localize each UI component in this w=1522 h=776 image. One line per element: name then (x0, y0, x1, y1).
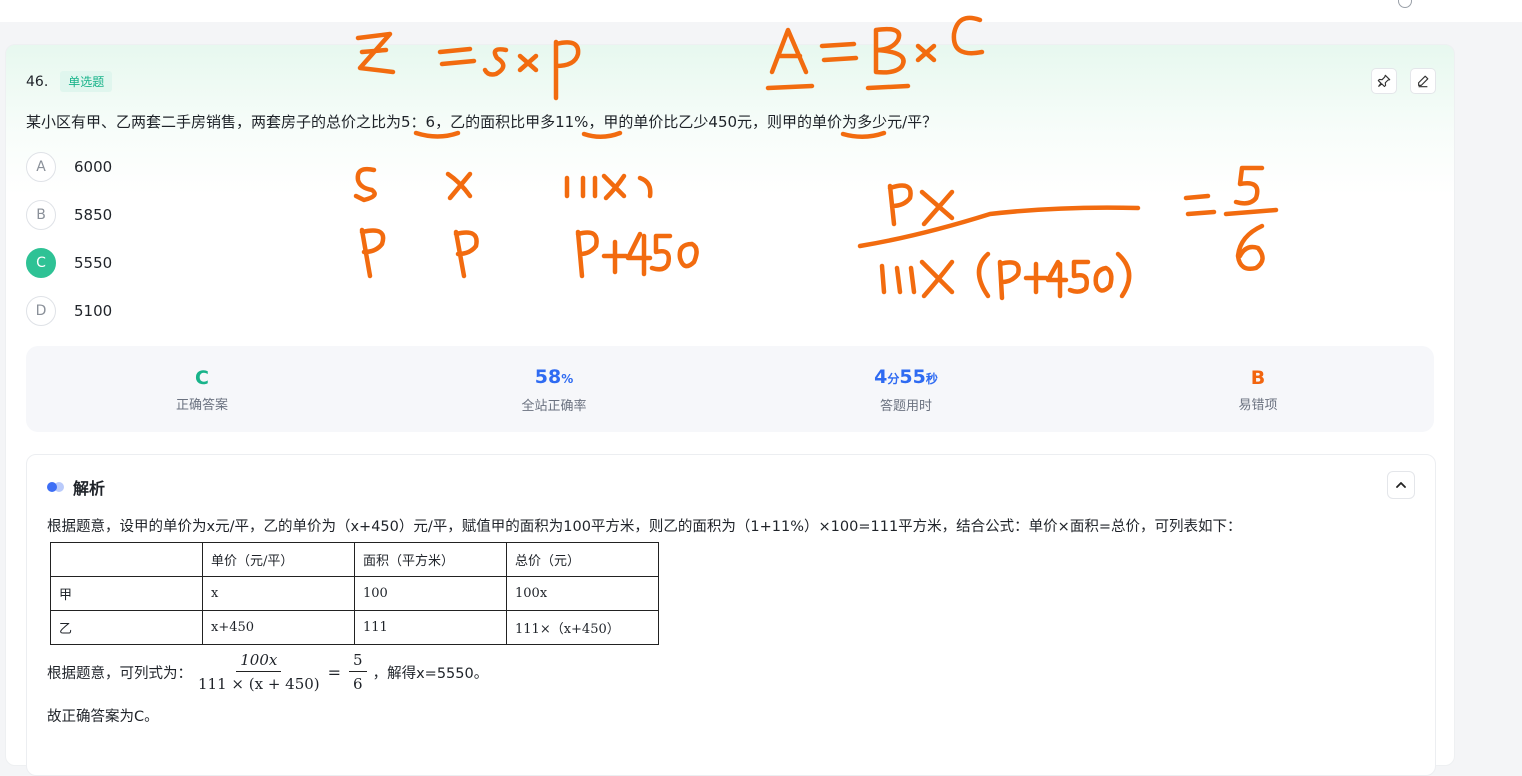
table-cell: x+450 (202, 610, 355, 645)
time-label: 答题用时 (879, 398, 932, 414)
option-d[interactable]: D 5100 (26, 296, 112, 326)
top-bar (0, 0, 1522, 22)
question-card: 46. 单选题 某小区有甲、乙两套二手房销售，两套房子的总价之比为5：6，乙的面… (5, 44, 1455, 776)
option-b[interactable]: B 5850 (26, 200, 112, 230)
common-wrong-label: 易错项 (1238, 397, 1278, 413)
table-cell: 总价（元） (506, 542, 659, 577)
formula-denominator: 111 × (x + 450) (198, 675, 320, 693)
formula-line: 根据题意，可列式为： 100x 111 × (x + 450) = 5 6 ，解… (47, 651, 488, 693)
option-text: 5550 (74, 254, 113, 272)
table-header-row: 单价（元/平） 面积（平方米） 总价（元） (50, 542, 659, 577)
option-text: 6000 (74, 158, 113, 176)
pin-button[interactable] (1371, 68, 1397, 94)
chevron-up-icon (1396, 482, 1406, 488)
table-cell: x (202, 576, 355, 611)
user-menu-icon[interactable] (1398, 0, 1412, 8)
table-cell: 乙 (50, 610, 203, 645)
formula-suffix: ，解得x=5550。 (372, 665, 489, 682)
table-row: 甲 x 100 100x (50, 576, 659, 611)
time-value: 4分55秒 (874, 365, 938, 388)
formula-fraction: 100x 111 × (x + 450) (198, 651, 320, 693)
table-cell: 面积（平方米） (354, 542, 507, 577)
formula-rhs-numerator: 5 (349, 651, 367, 672)
table-cell: 100x (506, 576, 659, 611)
question-header: 46. 单选题 (26, 71, 113, 92)
table-cell: 单价（元/平） (202, 542, 355, 577)
stat-accuracy: 58% 全站正确率 (378, 346, 730, 432)
option-c[interactable]: C 5550 (26, 248, 112, 278)
analysis-title: 解析 (73, 479, 106, 498)
formula-rhs-denominator: 6 (353, 675, 363, 693)
stat-correct-answer: C 正确答案 (26, 346, 378, 432)
formula-equals: = (327, 662, 342, 682)
table-cell: 甲 (50, 576, 203, 611)
stat-common-wrong: B 易错项 (1082, 346, 1434, 432)
question-stem: 某小区有甲、乙两套二手房销售，两套房子的总价之比为5：6，乙的面积比甲多11%，… (26, 113, 938, 131)
analysis-paragraph: 根据题意，设甲的单价为x元/平，乙的单价为（x+450）元/平，赋值甲的面积为1… (47, 519, 1242, 535)
formula-prefix: 根据题意，可列式为： (47, 665, 192, 682)
accuracy-label: 全站正确率 (521, 398, 587, 414)
option-text: 5850 (74, 206, 113, 224)
question-number: 46. (26, 73, 49, 90)
analysis-dots-icon (47, 482, 65, 492)
option-text: 5100 (74, 302, 113, 320)
option-letter: B (26, 200, 56, 230)
analysis-panel: 解析 根据题意，设甲的单价为x元/平，乙的单价为（x+450）元/平，赋值甲的面… (26, 454, 1436, 776)
correct-answer-value: C (195, 366, 209, 389)
edit-icon (1418, 75, 1429, 88)
option-letter: A (26, 152, 56, 182)
edit-button[interactable] (1410, 68, 1436, 94)
stat-time: 4分55秒 答题用时 (730, 346, 1082, 432)
analysis-table: 单价（元/平） 面积（平方米） 总价（元） 甲 x 100 100x 乙 x+4… (50, 542, 659, 645)
formula-numerator: 100x (240, 651, 278, 669)
table-cell: 111 (354, 610, 507, 645)
answer-stats-panel: C 正确答案 58% 全站正确率 4分55秒 答题用时 B 易错项 (26, 346, 1434, 432)
table-cell: 111×（x+450） (506, 610, 659, 645)
option-letter: C (26, 248, 56, 278)
analysis-header: 解析 (47, 475, 105, 499)
common-wrong-value: B (1250, 366, 1266, 389)
formula-rhs-fraction: 5 6 (349, 651, 367, 693)
option-letter: D (26, 296, 56, 326)
correct-answer-label: 正确答案 (175, 397, 228, 413)
table-cell: 100 (354, 576, 507, 611)
option-a[interactable]: A 6000 (26, 152, 112, 182)
collapse-button[interactable] (1387, 471, 1415, 499)
question-type-badge: 单选题 (60, 71, 113, 92)
accuracy-value: 58% (534, 365, 574, 388)
table-row: 乙 x+450 111 111×（x+450） (50, 610, 659, 645)
pin-icon (1377, 74, 1391, 88)
analysis-conclusion: 故正确答案为C。 (47, 709, 159, 725)
table-cell (50, 542, 203, 577)
